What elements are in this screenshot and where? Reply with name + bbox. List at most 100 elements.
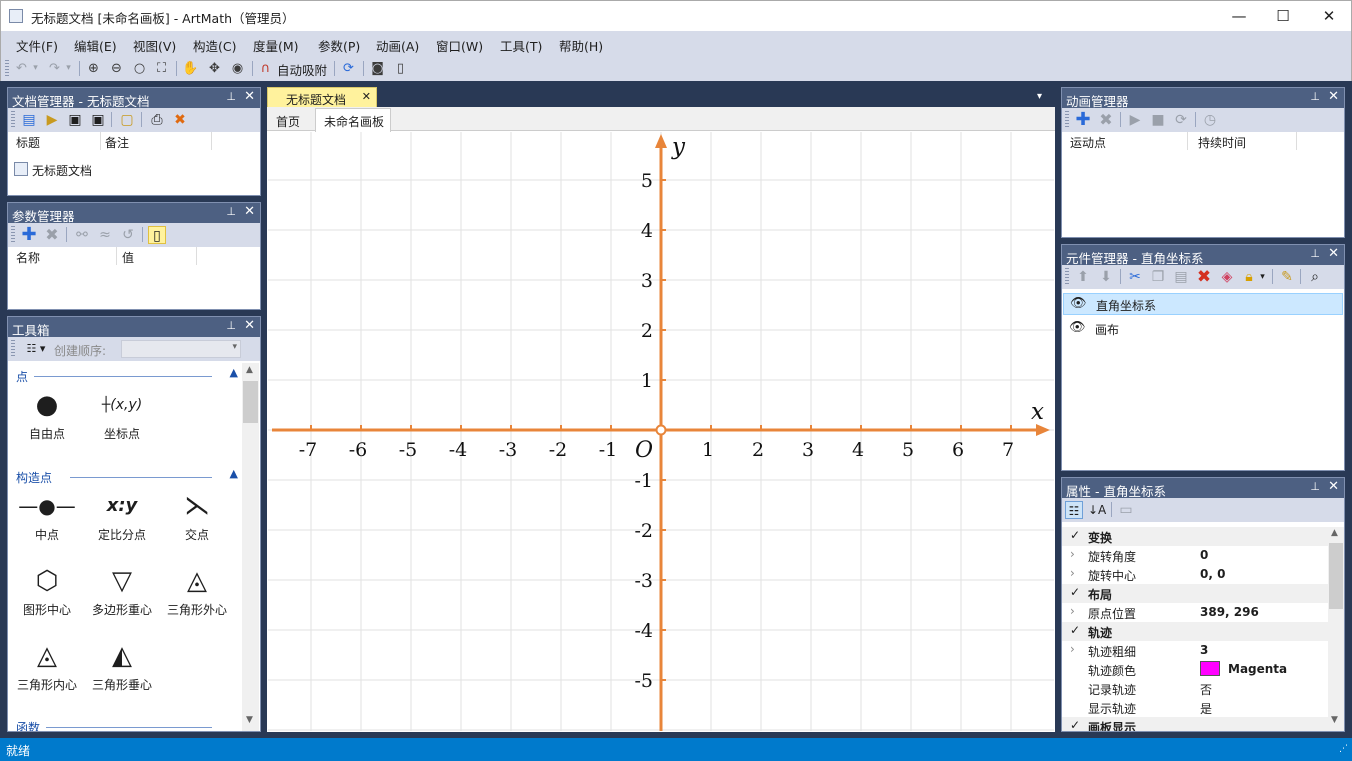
scroll-down-icon[interactable]: ▼ — [1331, 715, 1338, 725]
close-button[interactable]: ✕ — [1306, 1, 1352, 31]
delete-icon[interactable]: ✖ — [1195, 268, 1213, 286]
fit-screen-icon[interactable]: ⛶ — [153, 60, 170, 77]
property-pages-icon[interactable]: ▭ — [1117, 501, 1135, 519]
column-duration[interactable]: 持续时间 — [1198, 134, 1246, 151]
element-row[interactable]: 👁︎ 画布 — [1063, 318, 1343, 340]
menu-edit[interactable]: 编辑(E) — [74, 36, 117, 55]
collapse-icon[interactable]: ▲ — [230, 366, 238, 379]
property-row[interactable]: 显示轨迹 是 — [1062, 698, 1328, 717]
menu-tools[interactable]: 工具(T) — [500, 36, 542, 55]
delete-icon[interactable]: ✖ — [1097, 111, 1115, 129]
create-order-select[interactable]: ▾ — [121, 340, 241, 358]
reset-icon[interactable]: ↺ — [119, 226, 137, 244]
search-icon[interactable]: ⌕ — [1306, 268, 1324, 286]
rotate-view-icon[interactable]: ◉ — [229, 60, 246, 77]
section-function[interactable]: 函数 — [16, 719, 240, 731]
menu-window[interactable]: 窗口(W) — [436, 36, 483, 55]
menu-file[interactable]: 文件(F) — [16, 36, 58, 55]
close-icon[interactable]: ✕ — [244, 318, 255, 333]
column-name[interactable]: 名称 — [16, 249, 40, 266]
tab-unnamed-board[interactable]: 未命名画板 — [315, 108, 391, 132]
property-value[interactable]: Magenta — [1228, 662, 1287, 676]
property-value[interactable]: 0, 0 — [1200, 567, 1225, 581]
clock-icon[interactable]: ◷ — [1201, 111, 1219, 129]
add-icon[interactable]: ✚ — [1074, 111, 1092, 129]
document-tab[interactable]: 无标题文档 ✕ — [267, 87, 377, 107]
maximize-button[interactable]: ☐ — [1260, 1, 1306, 31]
pin-icon[interactable]: ⊥ — [1310, 90, 1320, 103]
close-icon[interactable]: ✕ — [1328, 479, 1339, 494]
eraser-icon[interactable]: ◈ — [1218, 268, 1236, 286]
element-row[interactable]: 👁︎ 直角坐标系 — [1063, 293, 1343, 315]
delete-icon[interactable]: ✖ — [43, 226, 61, 244]
loop-icon[interactable]: ⟳ — [1172, 111, 1190, 129]
properties-icon[interactable]: ▢ — [118, 111, 136, 129]
coordinate-canvas[interactable]: -7 -6 -5 -4 -3 -2 -1 1 2 3 4 5 6 7 5 4 3 2 1 -1 -2 -3 -4 -5 Ox y — [268, 132, 1054, 731]
menu-help[interactable]: 帮助(H) — [559, 36, 603, 55]
tool-free-point[interactable]: ● 自由点 — [10, 385, 84, 442]
tool-ratio-point[interactable]: x:y 定比分点 — [85, 486, 159, 543]
link-icon[interactable]: ⚯ — [73, 226, 91, 244]
category-board-display[interactable]: ✓ 画板显示 — [1062, 717, 1328, 731]
undo-icon[interactable]: ↶ — [13, 60, 30, 77]
tool-coordinate-point[interactable]: ┼(x,y) 坐标点 — [85, 385, 159, 442]
scroll-down-icon[interactable]: ▼ — [246, 715, 253, 725]
toolbox-scrollbar[interactable]: ▲ ▼ — [242, 363, 259, 731]
section-construct-point[interactable]: 构造点 ▲ — [16, 467, 240, 486]
color-swatch[interactable] — [1200, 661, 1220, 676]
property-row[interactable]: 记录轨迹 否 — [1062, 679, 1328, 698]
zoom-reset-icon[interactable]: ○ — [131, 60, 148, 77]
move-up-icon[interactable]: ⬆ — [1074, 268, 1092, 286]
brush-icon[interactable]: ✎ — [1278, 268, 1296, 286]
minimize-button[interactable]: — — [1216, 1, 1262, 31]
scroll-thumb[interactable] — [243, 381, 258, 423]
unlink-icon[interactable]: ≈ — [96, 226, 114, 244]
close-document-icon[interactable]: ✖ — [171, 111, 189, 129]
zoom-out-icon[interactable]: ⊖ — [108, 60, 125, 77]
column-title[interactable]: 标题 — [16, 134, 40, 151]
scroll-thumb[interactable] — [1329, 543, 1343, 609]
property-value[interactable]: 是 — [1200, 700, 1212, 717]
save-icon[interactable]: ▣ — [66, 111, 84, 129]
undo-dropdown-icon[interactable]: ▾ — [31, 60, 40, 77]
menu-view[interactable]: 视图(V) — [133, 36, 176, 55]
paste-icon[interactable]: ▤ — [1172, 268, 1190, 286]
property-row[interactable]: › 原点位置 389, 296 — [1062, 603, 1328, 622]
move-icon[interactable]: ✥ — [206, 60, 223, 77]
collapse-icon[interactable]: ▲ — [230, 467, 238, 480]
menu-param[interactable]: 参数(P) — [318, 36, 360, 55]
pin-icon[interactable]: ⊥ — [1310, 480, 1320, 493]
copy-icon[interactable]: ❐ — [1149, 268, 1167, 286]
property-value[interactable]: 0 — [1200, 548, 1208, 562]
magnet-icon[interactable]: ∩ — [257, 60, 274, 77]
new-document-icon[interactable]: ▤ — [20, 111, 38, 129]
close-icon[interactable]: ✕ — [244, 89, 255, 104]
clipboard-icon[interactable]: ▯ — [392, 60, 409, 77]
tool-polygon-centroid[interactable]: ▽ 多边形重心 — [85, 561, 159, 618]
scroll-up-icon[interactable]: ▲ — [246, 365, 253, 375]
tool-circumcenter[interactable]: ◬ 三角形外心 — [160, 561, 234, 618]
add-icon[interactable]: ✚ — [20, 226, 38, 244]
property-row[interactable]: › 旋转角度 0 — [1062, 546, 1328, 565]
save-all-icon[interactable]: ▣ — [89, 111, 107, 129]
tool-orthocenter[interactable]: ◭ 三角形垂心 — [85, 636, 159, 693]
property-value[interactable]: 3 — [1200, 643, 1208, 657]
tool-shape-center[interactable]: ⬡ 图形中心 — [10, 561, 84, 618]
auto-snap-button[interactable]: 自动吸附 — [277, 60, 327, 79]
pin-icon[interactable]: ⊥ — [1310, 247, 1320, 260]
menu-measure[interactable]: 度量(M) — [253, 36, 299, 55]
stop-icon[interactable]: ■ — [1149, 111, 1167, 129]
redo-icon[interactable]: ↷ — [46, 60, 63, 77]
property-value[interactable]: 否 — [1200, 681, 1212, 698]
tool-midpoint[interactable]: —●— 中点 — [10, 486, 84, 543]
pin-icon[interactable]: ⊥ — [226, 205, 236, 218]
hand-pan-icon[interactable]: ✋ — [182, 60, 199, 77]
category-trace[interactable]: ✓ 轨迹 — [1062, 622, 1328, 641]
property-value[interactable]: 389, 296 — [1200, 605, 1259, 619]
column-note[interactable]: 备注 — [105, 134, 129, 151]
properties-scrollbar[interactable]: ▲ ▼ — [1328, 527, 1344, 731]
resize-grip-icon[interactable]: ⋰ — [1339, 744, 1348, 754]
tab-list-dropdown-icon[interactable]: ▾ — [1037, 91, 1042, 102]
pin-icon[interactable]: ⊥ — [226, 319, 236, 332]
column-value[interactable]: 值 — [122, 249, 134, 266]
